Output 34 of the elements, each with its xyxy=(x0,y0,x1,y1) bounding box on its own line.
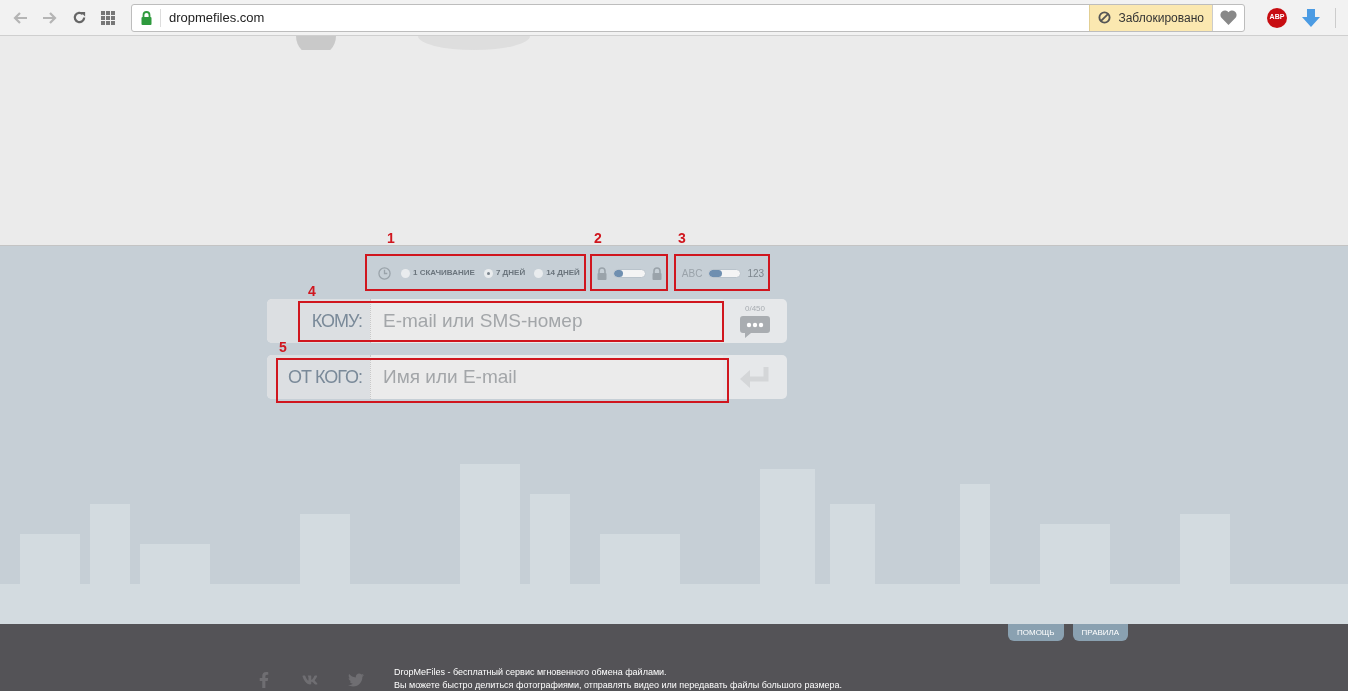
clock-icon xyxy=(378,266,391,280)
download-arrow-icon[interactable] xyxy=(1301,7,1321,28)
speech-bubble-icon[interactable] xyxy=(739,315,771,339)
slider-track[interactable] xyxy=(708,268,742,278)
padlock-icon xyxy=(140,10,152,25)
annotation-number: 2 xyxy=(594,229,602,248)
annotation-number: 4 xyxy=(308,282,316,301)
reload-icon[interactable] xyxy=(71,10,87,25)
back-icon[interactable] xyxy=(12,10,28,25)
sender-label: ОТ КОГО: xyxy=(267,355,370,399)
padlock-icon xyxy=(596,266,607,280)
footer-button[interactable]: ПОМОЩЬ xyxy=(1008,624,1064,641)
forward-icon[interactable] xyxy=(42,10,58,25)
heart-icon[interactable] xyxy=(1220,10,1237,25)
duration-radio[interactable]: 1 СКАЧИВАНИЕ xyxy=(401,267,475,279)
footer-button[interactable]: ПРАВИЛА xyxy=(1072,624,1129,641)
recipient-input[interactable]: E-mail или SMS-номер xyxy=(370,299,723,343)
address-bar[interactable]: dropmefiles.com Заблокировано xyxy=(130,3,1245,32)
digits-label: 123 xyxy=(747,266,765,281)
footer-description: DropMeFiles - бесплатный сервис мгновенного обмена файлами. xyxy=(394,666,668,679)
apps-grid-icon[interactable] xyxy=(100,10,115,25)
footer-description: Вы можете быстро делиться фотографиями, отправлять видео или передавать файлы большого размера. xyxy=(394,679,843,691)
url-text: dropmefiles.com xyxy=(168,8,265,27)
recipient-label: КОМУ: xyxy=(267,299,370,343)
slider-track[interactable] xyxy=(612,268,646,278)
duration-radio[interactable]: 14 ДНЕЙ xyxy=(534,267,580,279)
duration-radio[interactable]: 7 ДНЕЙ xyxy=(483,267,526,279)
blocked-icon xyxy=(1098,11,1112,24)
padlock-icon xyxy=(651,266,662,280)
twitter-icon[interactable] xyxy=(348,672,364,688)
annotation-number: 1 xyxy=(387,229,395,248)
blocked-popup-indicator[interactable]: Заблокировано xyxy=(1089,4,1212,31)
annotation-number: 3 xyxy=(678,229,686,248)
sender-input[interactable]: Имя или E-mail xyxy=(370,355,723,399)
